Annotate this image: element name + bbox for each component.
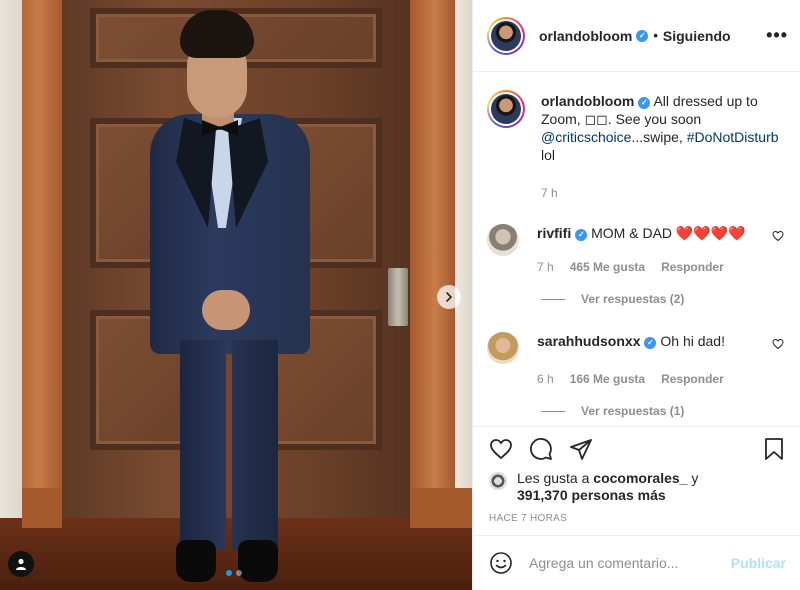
instagram-post: orlandobloom ✓ • Siguiendo ••• orlandobl…: [0, 0, 800, 590]
bookmark-icon[interactable]: [762, 437, 786, 461]
verified-badge-icon: ✓: [636, 29, 649, 42]
person-pants: [232, 340, 278, 550]
comment: rivfifi ✓ MOM & DAD ❤️❤️❤️❤️ 7 h 465 Me g…: [487, 224, 784, 276]
share-paper-plane-icon[interactable]: [569, 437, 593, 461]
photo-door-frame: [22, 0, 62, 520]
mention-link[interactable]: @criticschoice: [541, 129, 631, 145]
person-pants: [180, 340, 226, 550]
post-sidebar: orlandobloom ✓ • Siguiendo ••• orlandobl…: [472, 0, 800, 590]
comment-likes[interactable]: 166 Me gusta: [570, 370, 645, 388]
view-replies-label: Ver respuestas (2): [581, 292, 685, 306]
caption-time[interactable]: 7 h: [541, 184, 558, 202]
reply-button[interactable]: Responder: [661, 370, 724, 388]
carousel-dot: [236, 570, 242, 576]
verified-badge-icon: ✓: [638, 97, 651, 109]
comment-text: MOM & DAD ❤️❤️❤️❤️: [591, 225, 746, 241]
view-replies-label: Ver respuestas (1): [581, 404, 685, 418]
comments-list[interactable]: orlandobloom ✓ All dressed up to Zoom, ◻◻…: [473, 72, 800, 426]
photo-person: [140, 10, 320, 590]
comment: sarahhudsonxx ✓ Oh hi dad! 6 h 166 Me gus…: [487, 332, 784, 388]
avatar[interactable]: [487, 332, 519, 364]
comment-likes[interactable]: 465 Me gusta: [570, 258, 645, 276]
hashtag-link[interactable]: #DoNotDisturb: [687, 129, 779, 145]
likes-count-link[interactable]: 391,370 personas más: [517, 487, 666, 503]
likes-user-link[interactable]: cocomorales_: [593, 470, 687, 486]
tagged-users-button[interactable]: [8, 551, 34, 577]
comment-time[interactable]: 6 h: [537, 370, 554, 388]
likes-prefix: Les gusta a: [517, 470, 594, 486]
verified-badge-icon: ✓: [644, 337, 657, 349]
reply-button[interactable]: Responder: [661, 258, 724, 276]
caption-text: ...swipe,: [631, 129, 683, 145]
chevron-right-icon: [446, 292, 453, 302]
photo-wall: [455, 0, 472, 520]
comment-bubble-icon[interactable]: [529, 437, 553, 461]
view-replies-button[interactable]: Ver respuestas (1): [541, 404, 784, 418]
comment-input[interactable]: [529, 555, 731, 571]
post-header: orlandobloom ✓ • Siguiendo •••: [473, 0, 800, 72]
more-options-icon[interactable]: •••: [766, 25, 788, 46]
caption-username[interactable]: orlandobloom: [541, 93, 634, 109]
photo-baseboard: [410, 488, 472, 528]
post-timestamp[interactable]: HACE 7 HORAS: [489, 513, 567, 524]
avatar[interactable]: [487, 16, 525, 55]
emoji-smiley-icon[interactable]: [489, 551, 513, 575]
view-replies-button[interactable]: Ver respuestas (2): [541, 292, 784, 306]
carousel-next-button[interactable]: [437, 285, 461, 309]
avatar[interactable]: [487, 224, 519, 256]
carousel-dot: [226, 570, 232, 576]
door-handle: [388, 268, 408, 326]
verified-badge-icon: ✓: [575, 229, 588, 241]
likes-summary: Les gusta a cocomorales_ y 391,370 perso…: [489, 470, 786, 504]
post-actions: [473, 426, 800, 461]
follow-status-button[interactable]: Siguiendo: [663, 28, 731, 44]
comment-text: Oh hi dad!: [660, 333, 725, 349]
person-hands: [202, 290, 250, 330]
person-shoe: [238, 540, 278, 582]
photo-baseboard: [22, 488, 62, 528]
comment-time[interactable]: 7 h: [537, 258, 554, 276]
post-photo[interactable]: [0, 0, 472, 590]
carousel-indicator: [226, 570, 242, 576]
likes-suffix: y: [687, 470, 699, 486]
like-heart-icon[interactable]: [489, 437, 513, 461]
caption-text: lol: [541, 147, 556, 163]
user-icon: [16, 558, 26, 570]
header-username[interactable]: orlandobloom: [539, 28, 632, 44]
like-comment-heart-icon[interactable]: [772, 230, 784, 242]
avatar[interactable]: [489, 472, 507, 490]
avatar[interactable]: [487, 90, 525, 128]
comment-username[interactable]: sarahhudsonxx: [537, 333, 640, 349]
like-comment-heart-icon[interactable]: [772, 338, 784, 350]
comment-username[interactable]: rivfifi: [537, 225, 571, 241]
caption: orlandobloom ✓ All dressed up to Zoom, ◻◻…: [487, 90, 784, 202]
person-hair: [180, 10, 254, 58]
add-comment-bar: Publicar: [473, 535, 800, 590]
person-shoe: [176, 540, 216, 582]
publish-button[interactable]: Publicar: [731, 555, 786, 571]
header-separator: •: [653, 28, 658, 43]
photo-door-frame: [410, 0, 460, 520]
